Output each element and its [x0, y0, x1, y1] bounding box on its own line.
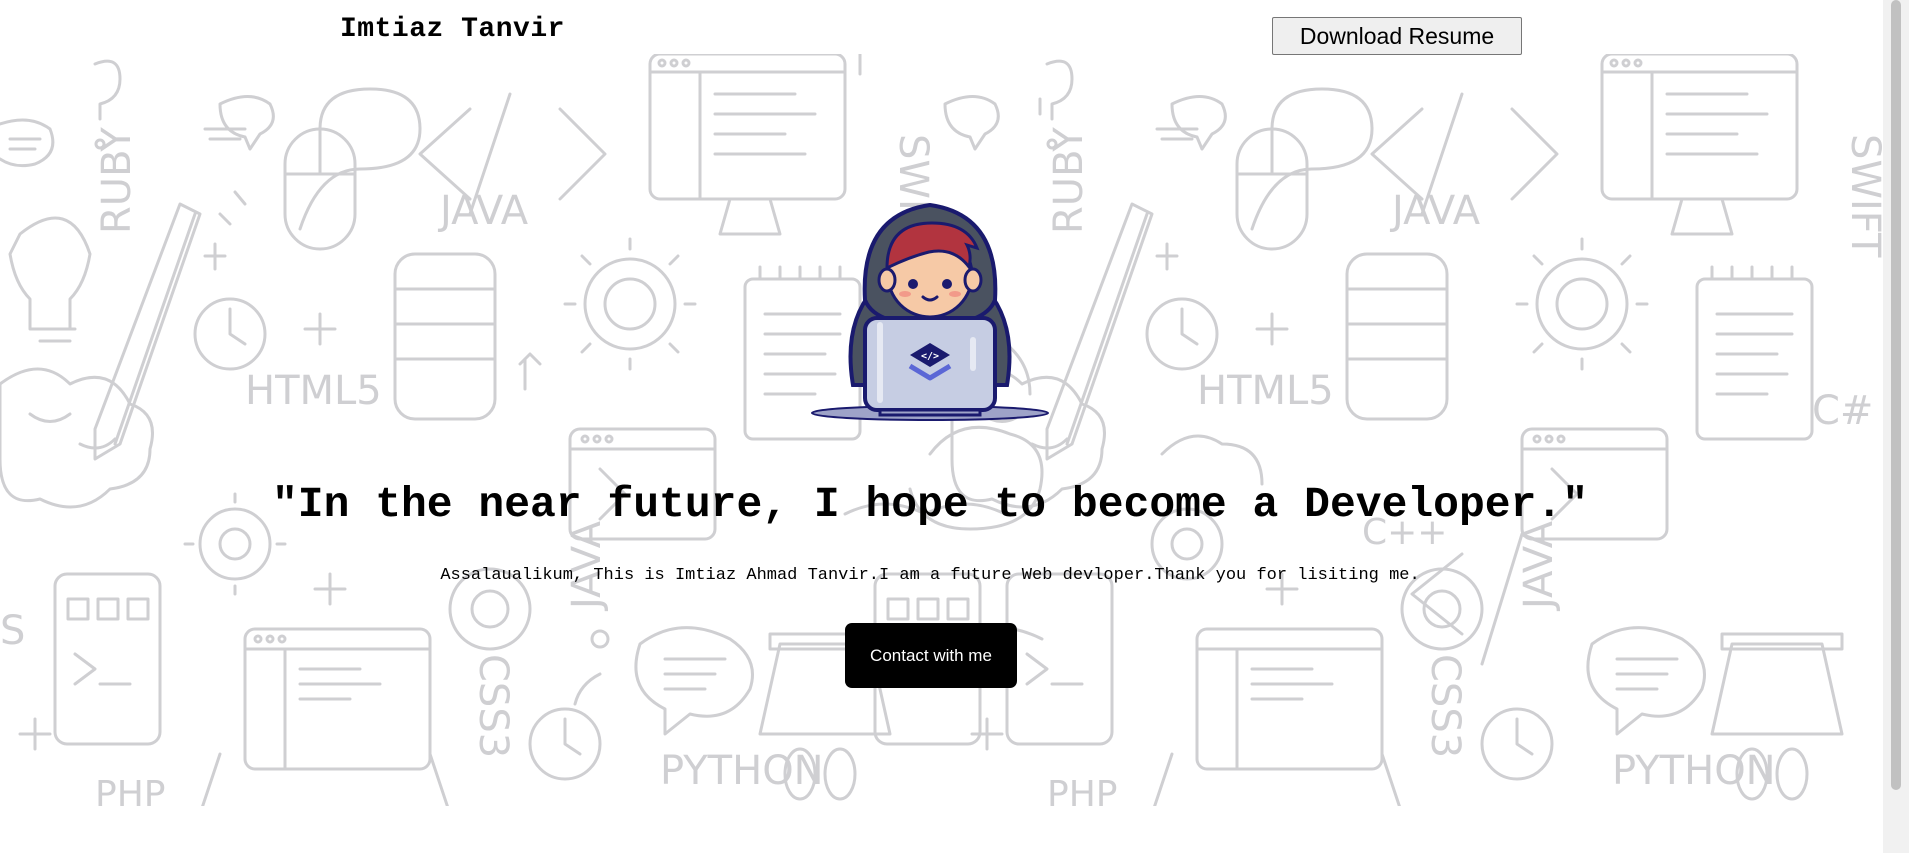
- svg-text:CSS3: CSS3: [470, 654, 516, 758]
- svg-text:PYTHON: PYTHON: [660, 748, 824, 794]
- svg-text:PHP: PHP: [1047, 774, 1118, 806]
- doodle-tile-right: RUBY JAVA HTML5 SWIFT C# C++ JAVA CSS3 P…: [950, 54, 1883, 806]
- page-scrollbar[interactable]: [1883, 0, 1909, 853]
- svg-text:HTML5: HTML5: [1197, 368, 1334, 414]
- page: Imtiaz Tanvir Download Resume RUBY JAVA …: [0, 0, 1909, 853]
- svg-text:SWIFT: SWIFT: [1842, 134, 1883, 258]
- svg-text:PHP: PHP: [95, 774, 166, 806]
- svg-text:PYTHON: PYTHON: [1612, 748, 1776, 794]
- contact-button[interactable]: Contact with me: [845, 623, 1017, 688]
- svg-text:JAVA: JAVA: [437, 188, 529, 234]
- svg-text:HTML5: HTML5: [245, 368, 382, 414]
- doodle-tile-left: RUBY JAVA HTML5 S JAVA CSS3 PYTHON PHP S…: [0, 54, 1044, 806]
- hero-intro-text: Assalaualikum, This is Imtiaz Ahmad Tanv…: [440, 566, 1420, 585]
- hero-headline: "In the near future, I hope to become a …: [271, 480, 1588, 529]
- svg-text:C#: C#: [1812, 388, 1873, 434]
- hero-section: RUBY JAVA HTML5 S JAVA CSS3 PYTHON PHP S…: [0, 54, 1883, 806]
- download-resume-button[interactable]: Download Resume: [1272, 17, 1522, 55]
- site-header: Imtiaz Tanvir Download Resume: [0, 0, 1883, 55]
- brand-name: Imtiaz Tanvir: [340, 14, 565, 45]
- developer-with-laptop-illustration: </>: [811, 202, 1049, 421]
- svg-text:</>: </>: [921, 351, 939, 362]
- svg-text:S: S: [0, 608, 25, 654]
- scrollbar-thumb[interactable]: [1891, 0, 1901, 790]
- svg-text:JAVA: JAVA: [1389, 188, 1481, 234]
- svg-text:RUBY: RUBY: [94, 127, 140, 234]
- doodle-background: RUBY JAVA HTML5 S JAVA CSS3 PYTHON PHP S…: [0, 54, 1883, 806]
- svg-text:CSS3: CSS3: [1422, 654, 1468, 758]
